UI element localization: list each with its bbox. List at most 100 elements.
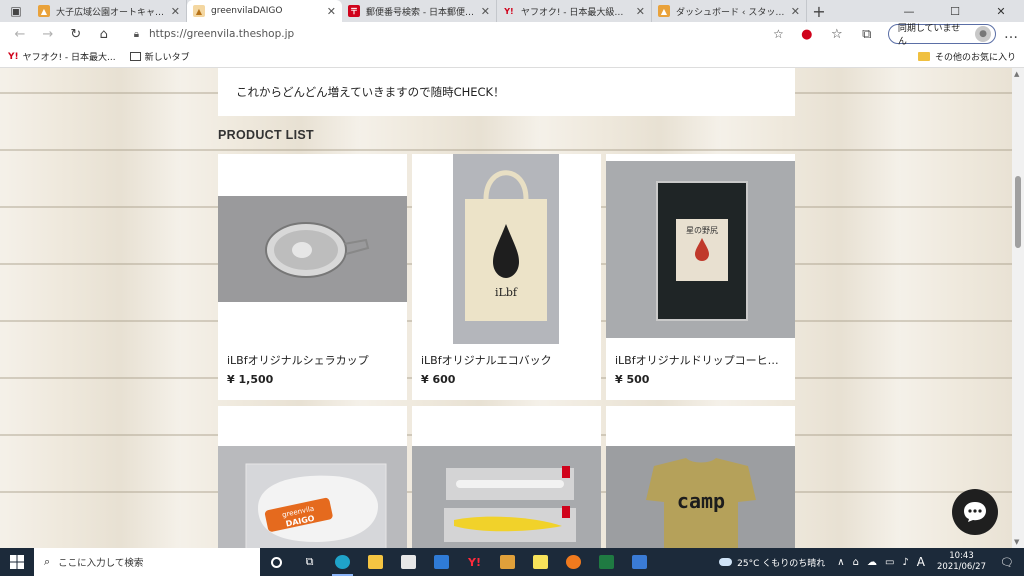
sync-label: 同期していません xyxy=(897,24,961,47)
collections-icon[interactable]: ⧉ xyxy=(852,27,882,42)
tab-title: ダッシュボード ‹ スタッフブログ – グリン xyxy=(676,7,787,18)
product-name[interactable]: iLBfオリジナルシェラカップ xyxy=(227,352,399,368)
home-icon[interactable]: ⌂ xyxy=(90,23,118,45)
chevron-up-icon[interactable]: ∧ xyxy=(837,557,844,568)
product-image-drip-coffee[interactable]: 星の野尻 xyxy=(606,161,795,338)
camp-favicon-icon: ▲ xyxy=(38,5,50,17)
camp-favicon-icon: ▲ xyxy=(658,5,670,17)
display-icon[interactable]: ▭ xyxy=(885,557,894,568)
media-player-icon[interactable] xyxy=(491,548,524,576)
product-card-camp-tshirt[interactable]: camp xyxy=(606,406,795,548)
tab-title: ヤフオク! - 日本最大級のネットオーク xyxy=(521,7,632,18)
chat-button[interactable] xyxy=(952,489,998,535)
cloud-icon xyxy=(719,558,733,566)
photos-icon[interactable] xyxy=(623,548,656,576)
ime-indicator[interactable]: A xyxy=(917,555,925,569)
product-card-sierra-cup[interactable]: iLBfオリジナルシェラカップ ¥ 1,500 xyxy=(218,154,407,400)
product-card-eco-bag[interactable]: iLbf iLBfオリジナルエコバック ¥ 600 xyxy=(412,154,601,400)
scroll-up-icon[interactable]: ▲ xyxy=(1014,70,1019,78)
bag-logo-text: iLbf xyxy=(495,286,518,299)
tab-strip: ▣ ▲ 大子広域公園オートキャンプ場 グ ✕ ▲ greenvilaDAIGO … xyxy=(0,0,1024,22)
product-card-cutlery[interactable] xyxy=(412,406,601,548)
task-view-icon[interactable]: ⧉ xyxy=(293,548,326,576)
tab-actions-icon[interactable]: ▣ xyxy=(0,0,32,22)
tab-japan-post[interactable]: 〒 郵便番号検索 - 日本郵便株式会 ✕ xyxy=(342,0,497,22)
scrollbar-thumb[interactable] xyxy=(1015,176,1021,248)
product-price: ¥ 600 xyxy=(421,373,456,386)
system-tray: 25°C くもりのち晴れ ∧ ⌂ ☁ ▭ ♪ A 10:43 2021/06/2… xyxy=(719,548,1024,576)
maximize-icon[interactable]: ☐ xyxy=(932,0,978,22)
page-viewport[interactable]: これからどんどん増えていきますので随時CHECK！ PRODUCT LIST i… xyxy=(0,68,1012,548)
onedrive-icon[interactable]: ☁ xyxy=(867,557,877,568)
close-icon[interactable]: ✕ xyxy=(481,5,490,18)
face-mask-icon: greenvila DAIGO xyxy=(245,463,387,548)
favorite-label: 新しいタブ xyxy=(144,53,190,63)
product-image-camp-tshirt[interactable]: camp xyxy=(606,446,795,548)
product-name[interactable]: iLBfオリジナルドリップコーヒ… xyxy=(615,352,787,368)
tshirt-icon: camp xyxy=(646,458,756,548)
add-favorite-star-icon[interactable]: ☆ xyxy=(773,27,784,41)
forward-arrow-icon[interactable]: → xyxy=(34,23,62,45)
taskbar-search[interactable]: ⌕ ここに入力して検索 xyxy=(34,548,260,576)
tab-yahoo-auction[interactable]: Y! ヤフオク! - 日本最大級のネットオーク ✕ xyxy=(497,0,652,22)
cutlery-pack-icon xyxy=(444,466,576,542)
page-scrollbar[interactable]: ▲ ▼ xyxy=(1012,68,1024,548)
new-tab-button[interactable]: + xyxy=(807,0,831,22)
japan-post-icon: 〒 xyxy=(348,5,360,17)
notice-banner: これからどんどん増えていきますので随時CHECK！ xyxy=(218,68,795,116)
product-image-sierra-cup[interactable] xyxy=(218,196,407,302)
windows-taskbar: ⌕ ここに入力して検索 ⧉ Y! 25°C くもりのち晴れ ∧ ⌂ ☁ ▭ ♪ … xyxy=(0,548,1024,576)
product-price: ¥ 500 xyxy=(615,373,650,386)
tab-dashboard[interactable]: ▲ ダッシュボード ‹ スタッフブログ – グリン ✕ xyxy=(652,0,807,22)
file-explorer-icon[interactable] xyxy=(359,548,392,576)
edge-browser-icon[interactable] xyxy=(326,548,359,576)
close-icon[interactable]: ✕ xyxy=(327,5,336,18)
close-icon[interactable]: ✕ xyxy=(791,5,800,18)
sticky-notes-icon[interactable] xyxy=(524,548,557,576)
back-arrow-icon[interactable]: ← xyxy=(6,23,34,45)
product-name[interactable]: iLBfオリジナルエコバック xyxy=(421,352,593,368)
product-card-drip-coffee[interactable]: 星の野尻 iLBfオリジナルドリップコーヒ… ¥ 500 xyxy=(606,154,795,400)
refresh-icon[interactable]: ↻ xyxy=(62,23,90,45)
more-menu-icon[interactable]: … xyxy=(1004,26,1018,42)
tab-greenvila[interactable]: ▲ greenvilaDAIGO ✕ xyxy=(187,0,342,22)
network-icon[interactable]: ⌂ xyxy=(853,557,859,568)
cortana-icon[interactable] xyxy=(260,548,293,576)
yahoo-icon: Y! xyxy=(504,6,514,16)
mail-icon[interactable] xyxy=(425,548,458,576)
profile-avatar-icon: ● xyxy=(975,26,992,42)
weather-text: 25°C くもりのち晴れ xyxy=(737,558,826,569)
yahoo-app-icon[interactable]: Y! xyxy=(458,548,491,576)
url-field[interactable]: 🔒︎ https://greenvila.theshop.jp ☆ xyxy=(126,24,784,44)
excel-icon[interactable] xyxy=(590,548,623,576)
clock-date: 2021/06/27 xyxy=(937,562,986,572)
clock[interactable]: 10:43 2021/06/27 xyxy=(937,551,986,573)
extension-red-icon[interactable]: ● xyxy=(792,27,822,42)
favorites-bar: Y! ヤフオク! - 日本最大... 新しいタブ その他のお気に入り xyxy=(0,46,1024,68)
product-image-cutlery[interactable] xyxy=(412,446,601,548)
minimize-icon[interactable]: — xyxy=(886,0,932,22)
close-window-icon[interactable]: ✕ xyxy=(978,0,1024,22)
lock-icon[interactable]: 🔒︎ xyxy=(134,29,139,40)
notification-icon[interactable]: 🗨︎ xyxy=(996,556,1018,569)
start-button[interactable] xyxy=(0,548,34,576)
product-image-mask[interactable]: greenvila DAIGO xyxy=(218,446,407,548)
scroll-down-icon[interactable]: ▼ xyxy=(1014,538,1019,546)
firefox-icon[interactable] xyxy=(557,548,590,576)
weather-widget[interactable]: 25°C くもりのち晴れ xyxy=(719,556,825,569)
product-image-eco-bag[interactable]: iLbf xyxy=(412,154,601,344)
close-icon[interactable]: ✕ xyxy=(636,5,645,18)
sync-status-button[interactable]: 同期していません ● xyxy=(887,24,997,47)
other-favorites-label: その他のお気に入り xyxy=(934,53,1016,63)
volume-icon[interactable]: ♪ xyxy=(902,557,908,568)
product-card-mask[interactable]: greenvila DAIGO xyxy=(218,406,407,548)
store-icon[interactable] xyxy=(392,548,425,576)
tab-title: greenvilaDAIGO xyxy=(211,6,283,16)
favorites-icon[interactable]: ☆ xyxy=(822,27,852,42)
other-favorites-folder[interactable]: その他のお気に入り xyxy=(917,50,1016,63)
close-icon[interactable]: ✕ xyxy=(171,5,180,18)
camp-favicon-icon: ▲ xyxy=(193,5,205,17)
favorite-yahoo-auction[interactable]: Y! ヤフオク! - 日本最大... xyxy=(8,50,116,64)
favorite-new-tab[interactable]: 新しいタブ xyxy=(129,50,190,63)
tab-daigo-camp[interactable]: ▲ 大子広域公園オートキャンプ場 グ ✕ xyxy=(32,0,187,22)
